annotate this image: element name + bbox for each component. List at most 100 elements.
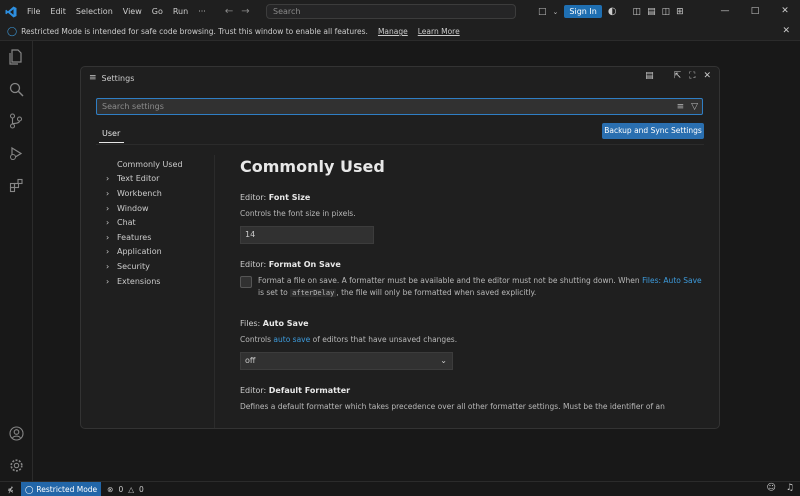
menu-view[interactable]: View — [118, 7, 147, 16]
open-json-icon[interactable]: ▤ — [645, 71, 654, 81]
open-in-editor-icon[interactable]: ⇱ — [674, 71, 682, 81]
run-debug-icon[interactable] — [7, 144, 25, 162]
setting-title: Files: Auto Save — [240, 319, 710, 328]
sign-in-button[interactable]: Sign In — [564, 5, 602, 18]
chevron-right-icon: › — [106, 276, 110, 286]
forward-arrow-icon[interactable]: → — [241, 6, 249, 17]
tab-divider — [96, 144, 704, 145]
auto-save-link[interactable]: auto save — [273, 335, 310, 344]
problems-indicator[interactable]: ⊗ 0 △ 0 — [107, 485, 144, 494]
search-icon[interactable] — [7, 80, 25, 98]
warning-count: 0 — [139, 484, 144, 494]
error-icon: ⊗ — [107, 484, 114, 494]
setting-default-formatter: Editor: Default Formatter Defines a defa… — [240, 386, 710, 413]
setting-font-size: Editor: Font Size Controls the font size… — [240, 193, 710, 244]
customize-layout-icon[interactable]: ⊞ — [676, 7, 684, 17]
settings-dialog: ≡ Settings ▤ ⇱ ⛶ ✕ Search settings ≡ ▽ U… — [80, 66, 720, 429]
toc-label: Commonly Used — [117, 159, 183, 169]
auto-save-setting-link[interactable]: Files: Auto Save — [642, 276, 702, 285]
tab-user[interactable]: User — [102, 129, 120, 138]
format-on-save-checkbox[interactable] — [240, 276, 252, 288]
layout-panel-icon[interactable]: ▤ — [647, 7, 656, 17]
menu-go[interactable]: Go — [147, 7, 168, 16]
desc-text: is set to — [258, 288, 291, 297]
chevron-right-icon: › — [106, 174, 110, 184]
minimize-icon[interactable]: — — [710, 0, 740, 23]
menu-more[interactable]: ··· — [193, 7, 211, 16]
setting-auto-save: Files: Auto Save Controls auto save of e… — [240, 319, 710, 370]
setting-description: Controls the font size in pixels. — [240, 209, 356, 218]
select-value: off — [245, 356, 256, 365]
notifications-bell-icon[interactable]: ♫ — [786, 483, 794, 493]
copilot-status-icon[interactable]: ☺ — [767, 483, 776, 493]
settings-toc: Commonly Used › Text Editor › Workbench › W… — [106, 157, 216, 288]
error-count: 0 — [118, 484, 124, 494]
settings-content: Commonly Used Editor: Font Size Controls… — [240, 157, 710, 413]
toc-label: Chat — [117, 218, 136, 228]
toc-item-features[interactable]: › Features — [106, 230, 216, 245]
menu-file[interactable]: File — [22, 7, 45, 16]
toc-item-application[interactable]: › Application — [106, 245, 216, 260]
menu-bar: File Edit Selection View Go Run ··· — [22, 0, 211, 23]
layout-sidebar-left-icon[interactable]: ◫ — [633, 7, 642, 17]
learn-more-link[interactable]: Learn More — [418, 27, 460, 36]
remote-indicator-icon[interactable]: ⋠ — [0, 482, 21, 496]
toc-item-security[interactable]: › Security — [106, 259, 216, 274]
chevron-right-icon: › — [106, 232, 110, 242]
setting-category: Editor: — [240, 386, 269, 395]
font-size-input[interactable]: 14 — [240, 226, 374, 244]
backup-sync-button[interactable]: Backup and Sync Settings — [602, 123, 704, 139]
fullscreen-icon[interactable]: ⛶ — [689, 71, 695, 81]
toc-item-text-editor[interactable]: › Text Editor — [106, 172, 216, 187]
toc-item-commonly-used[interactable]: Commonly Used — [106, 157, 216, 172]
filter-icon[interactable]: ▽ — [691, 102, 698, 112]
close-banner-icon[interactable]: ✕ — [782, 26, 790, 36]
close-window-icon[interactable]: ✕ — [770, 0, 800, 23]
restricted-mode-label: Restricted Mode — [36, 484, 98, 494]
warning-icon: △ — [128, 484, 135, 494]
toc-item-extensions[interactable]: › Extensions — [106, 274, 216, 289]
search-filters: ≡ ▽ — [677, 100, 698, 115]
source-control-icon[interactable] — [7, 112, 25, 130]
setting-title: Editor: Format On Save — [240, 260, 710, 269]
auto-save-select[interactable]: off ⌄ — [240, 352, 453, 370]
toc-item-window[interactable]: › Window — [106, 201, 216, 216]
chevron-right-icon: › — [106, 247, 110, 257]
chevron-down-icon[interactable]: ⌄ — [553, 8, 559, 16]
extensions-icon[interactable] — [7, 176, 25, 194]
layout-sidebar-right-icon[interactable]: ◫ — [662, 7, 671, 17]
manage-link[interactable]: Manage — [378, 27, 408, 36]
chevron-right-icon: › — [106, 188, 110, 198]
command-center-search[interactable]: Search — [266, 4, 516, 19]
restricted-mode-badge[interactable]: ◯ Restricted Mode — [21, 481, 102, 496]
settings-icon: ≡ — [89, 73, 97, 83]
chat-icon[interactable]: □ — [538, 7, 547, 17]
manage-gear-icon[interactable] — [7, 456, 25, 474]
desc-text: , the file will only be formatted when s… — [336, 288, 537, 297]
setting-title: Editor: Font Size — [240, 193, 710, 202]
close-icon[interactable]: ✕ — [703, 71, 711, 81]
maximize-icon[interactable]: □ — [740, 0, 770, 23]
copilot-icon[interactable]: ◐ — [608, 6, 617, 17]
window-controls: — □ ✕ — [710, 0, 800, 23]
setting-category: Files: — [240, 319, 263, 328]
setting-description: Controls auto save of editors that have … — [240, 334, 710, 346]
toc-item-workbench[interactable]: › Workbench — [106, 186, 216, 201]
code-snippet: afterDelay — [290, 289, 337, 297]
desc-text: Format a file on save. A formatter must … — [258, 276, 643, 285]
banner-message: Restricted Mode is intended for safe cod… — [21, 27, 368, 36]
menu-selection[interactable]: Selection — [71, 7, 118, 16]
shield-icon: ◯ — [7, 26, 18, 37]
setting-name: Format On Save — [268, 260, 341, 269]
menu-run[interactable]: Run — [168, 7, 193, 16]
settings-search-input[interactable]: Search settings ≡ ▽ — [96, 98, 703, 115]
back-arrow-icon[interactable]: ← — [225, 6, 233, 17]
explorer-icon[interactable] — [7, 48, 25, 66]
accounts-icon[interactable] — [7, 424, 25, 442]
setting-description: Format a file on save. A formatter must … — [258, 275, 710, 299]
toc-item-chat[interactable]: › Chat — [106, 215, 216, 230]
settings-title: Settings — [101, 73, 135, 83]
menu-edit[interactable]: Edit — [45, 7, 71, 16]
clear-filter-icon[interactable]: ≡ — [677, 102, 685, 112]
setting-name: Font Size — [268, 193, 311, 202]
